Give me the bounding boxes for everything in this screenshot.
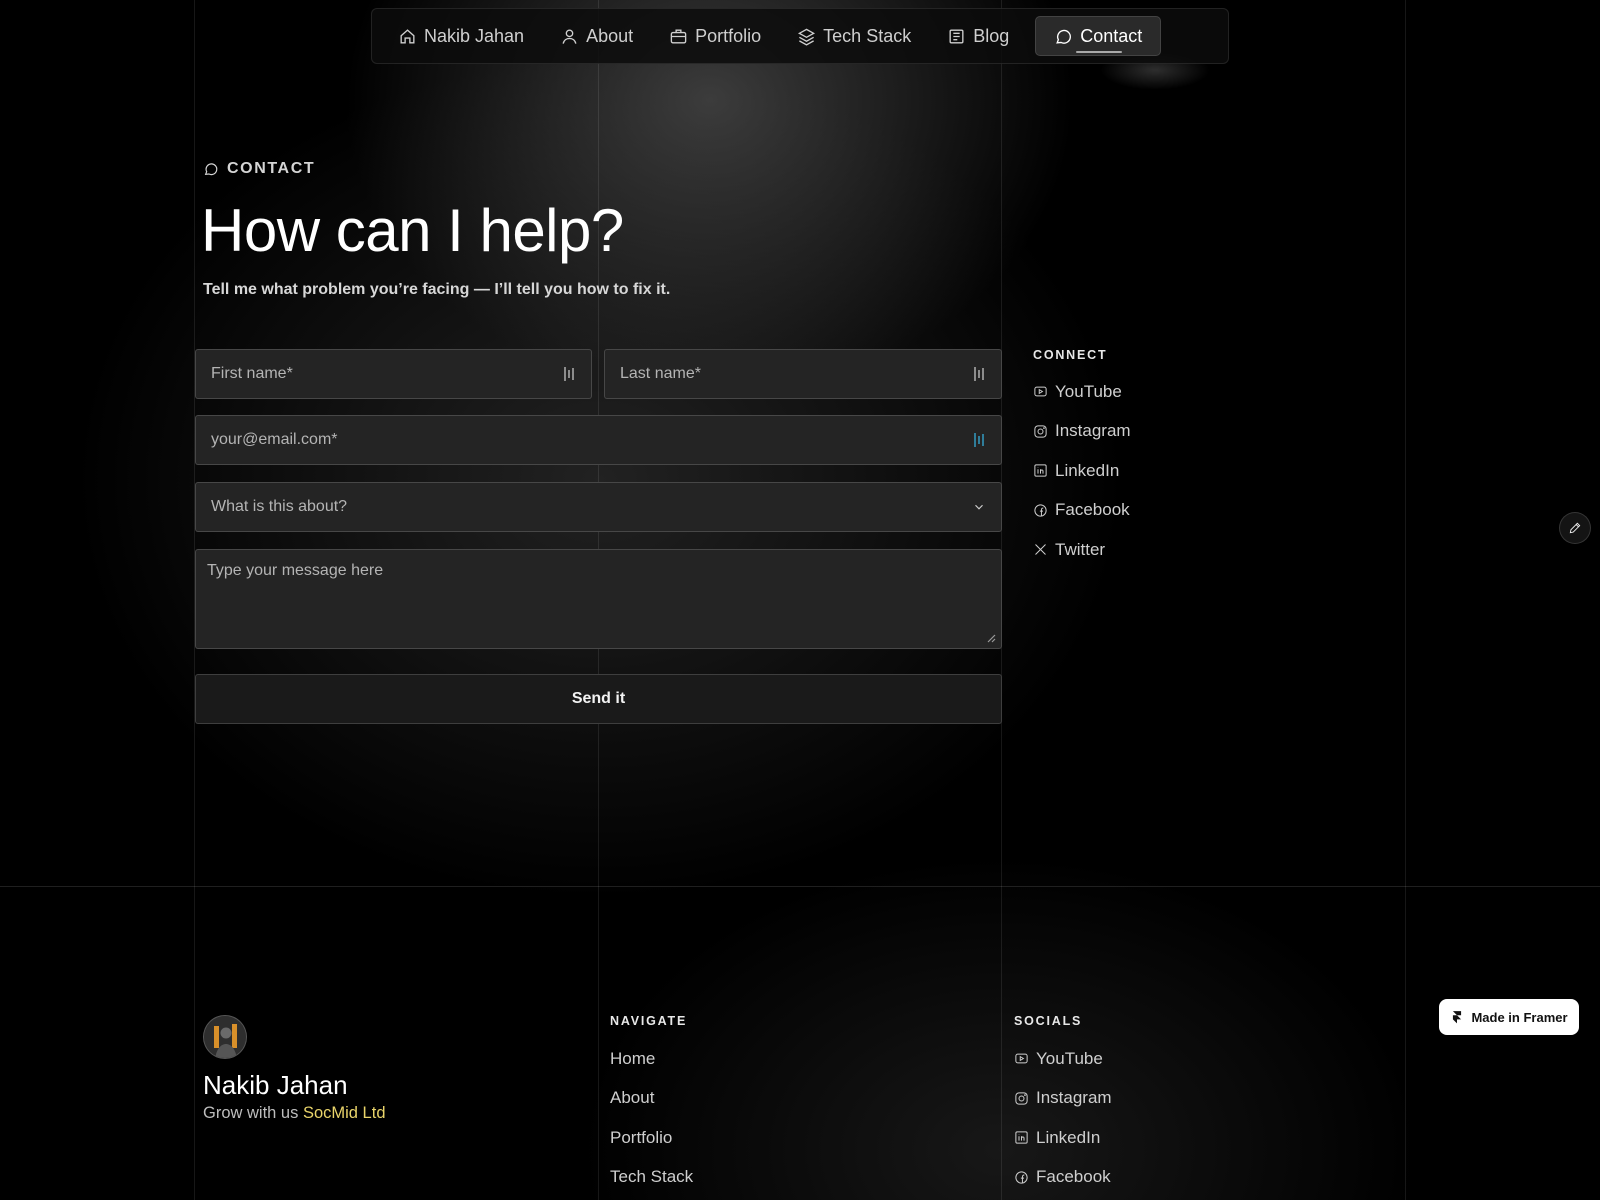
footer-link-home[interactable]: Home xyxy=(610,1039,693,1079)
briefcase-icon xyxy=(670,28,687,44)
nav-item-label: Blog xyxy=(973,25,1010,46)
pencil-icon xyxy=(1569,522,1581,534)
footer-socials: SOCIALS YouTube Instagram LinkedIn Faceb… xyxy=(1014,1014,1112,1197)
user-icon xyxy=(562,28,577,44)
nav-item-contact[interactable]: Contact xyxy=(1035,16,1162,56)
link-label: LinkedIn xyxy=(1055,460,1120,480)
password-manager-icon[interactable] xyxy=(974,432,986,448)
page: Nakib Jahan About Portfolio Tech Stack B… xyxy=(0,0,1600,1200)
nav-item-label: Tech Stack xyxy=(823,25,912,46)
footer-navigate: NAVIGATE Home About Portfolio Tech Stack xyxy=(610,1014,693,1197)
link-label: Instagram xyxy=(1055,421,1131,441)
link-label: YouTube xyxy=(1055,381,1122,401)
nav-item-portfolio[interactable]: Portfolio xyxy=(651,16,779,56)
message-textarea[interactable]: Type your message here xyxy=(195,549,1002,649)
avatar xyxy=(203,1015,247,1059)
nav-item-label: Contact xyxy=(1080,25,1143,46)
x-twitter-icon xyxy=(1035,544,1046,556)
link-label: Facebook xyxy=(1036,1167,1111,1187)
nav-item-about[interactable]: About xyxy=(542,16,651,56)
connect-heading: CONNECT xyxy=(1033,348,1108,362)
link-label: Facebook xyxy=(1055,500,1130,520)
connect-section: CONNECT YouTube Instagram LinkedIn Faceb… xyxy=(1033,348,1131,570)
page-title: How can I help? xyxy=(201,197,624,264)
link-label: Instagram xyxy=(1036,1088,1112,1108)
home-icon xyxy=(400,28,415,44)
edit-button[interactable] xyxy=(1559,512,1591,544)
section-eyebrow: CONTACT xyxy=(203,160,315,178)
send-button[interactable]: Send it xyxy=(195,674,1002,724)
resize-handle-icon[interactable] xyxy=(986,633,996,643)
avatar-image xyxy=(204,1016,246,1058)
last-name-placeholder: Last name* xyxy=(620,365,701,382)
social-link-instagram[interactable]: Instagram xyxy=(1014,1079,1112,1119)
nav-item-label: Portfolio xyxy=(695,25,762,46)
link-label: YouTube xyxy=(1036,1048,1103,1068)
linkedin-icon xyxy=(1015,1131,1028,1144)
nav-item-home[interactable]: Nakib Jahan xyxy=(380,16,542,56)
last-name-field[interactable]: Last name* xyxy=(604,349,1002,399)
topic-select-value: What is this about? xyxy=(211,498,348,515)
navigate-heading: NAVIGATE xyxy=(610,1014,688,1028)
made-in-framer-badge[interactable]: Made in Framer xyxy=(1439,999,1579,1035)
nav-item-tech-stack[interactable]: Tech Stack xyxy=(779,16,929,56)
framer-logo-icon xyxy=(1453,1011,1462,1024)
brand-link[interactable]: SocMid Ltd xyxy=(303,1104,386,1122)
footer-link-tech-stack[interactable]: Tech Stack xyxy=(610,1158,693,1198)
grid-line xyxy=(1405,0,1406,1200)
social-link-facebook[interactable]: Facebook xyxy=(1014,1158,1112,1198)
footer-tagline: Grow with us SocMid Ltd xyxy=(203,1104,386,1123)
message-placeholder: Type your message here xyxy=(207,562,384,579)
badge-label: Made in Framer xyxy=(1471,1009,1568,1025)
instagram-icon xyxy=(1015,1092,1028,1105)
nav-item-blog[interactable]: Blog xyxy=(929,16,1027,56)
nav-item-label: About xyxy=(586,25,634,46)
facebook-icon xyxy=(1015,1171,1028,1184)
youtube-icon xyxy=(1015,1053,1028,1064)
connect-link-facebook[interactable]: Facebook xyxy=(1033,491,1131,531)
top-navbar: Nakib Jahan About Portfolio Tech Stack B… xyxy=(371,8,1229,64)
footer-name: Nakib Jahan xyxy=(203,1070,348,1100)
social-link-linkedin[interactable]: LinkedIn xyxy=(1014,1118,1112,1158)
email-placeholder: your@email.com* xyxy=(211,431,338,448)
page-subtitle: Tell me what problem you’re facing — I’l… xyxy=(203,281,671,298)
youtube-icon xyxy=(1034,386,1047,397)
password-manager-icon[interactable] xyxy=(564,366,576,382)
section-divider xyxy=(0,886,1600,887)
password-manager-icon[interactable] xyxy=(974,366,986,382)
footer-link-portfolio[interactable]: Portfolio xyxy=(610,1118,693,1158)
social-link-youtube[interactable]: YouTube xyxy=(1014,1039,1112,1079)
layers-icon xyxy=(798,28,816,46)
facebook-icon xyxy=(1034,504,1047,517)
socials-heading: SOCIALS xyxy=(1014,1014,1083,1028)
message-circle-icon xyxy=(1056,29,1072,44)
chevron-down-icon xyxy=(975,504,983,510)
connect-link-twitter[interactable]: Twitter xyxy=(1033,530,1131,570)
connect-link-linkedin[interactable]: LinkedIn xyxy=(1033,451,1131,491)
nav-item-label: Nakib Jahan xyxy=(424,25,525,46)
linkedin-icon xyxy=(1034,464,1047,477)
newspaper-icon xyxy=(949,28,964,44)
topic-select[interactable]: What is this about? xyxy=(195,482,1002,532)
first-name-placeholder: First name* xyxy=(211,365,293,382)
email-field[interactable]: your@email.com* xyxy=(195,415,1002,465)
tagline-prefix: Grow with us xyxy=(203,1104,299,1122)
connect-link-instagram[interactable]: Instagram xyxy=(1033,412,1131,452)
message-circle-icon xyxy=(204,163,218,176)
link-label: LinkedIn xyxy=(1036,1127,1101,1147)
link-label: Twitter xyxy=(1055,539,1106,559)
navigate-links: Home About Portfolio Tech Stack xyxy=(610,1039,693,1197)
footer-link-about[interactable]: About xyxy=(610,1079,693,1119)
connect-link-youtube[interactable]: YouTube xyxy=(1033,372,1131,412)
connect-links: YouTube Instagram LinkedIn Facebook Twit… xyxy=(1033,372,1131,570)
instagram-icon xyxy=(1034,425,1047,438)
eyebrow-label: CONTACT xyxy=(227,160,316,177)
first-name-field[interactable]: First name* xyxy=(195,349,592,399)
socials-links: YouTube Instagram LinkedIn Facebook xyxy=(1014,1039,1112,1197)
